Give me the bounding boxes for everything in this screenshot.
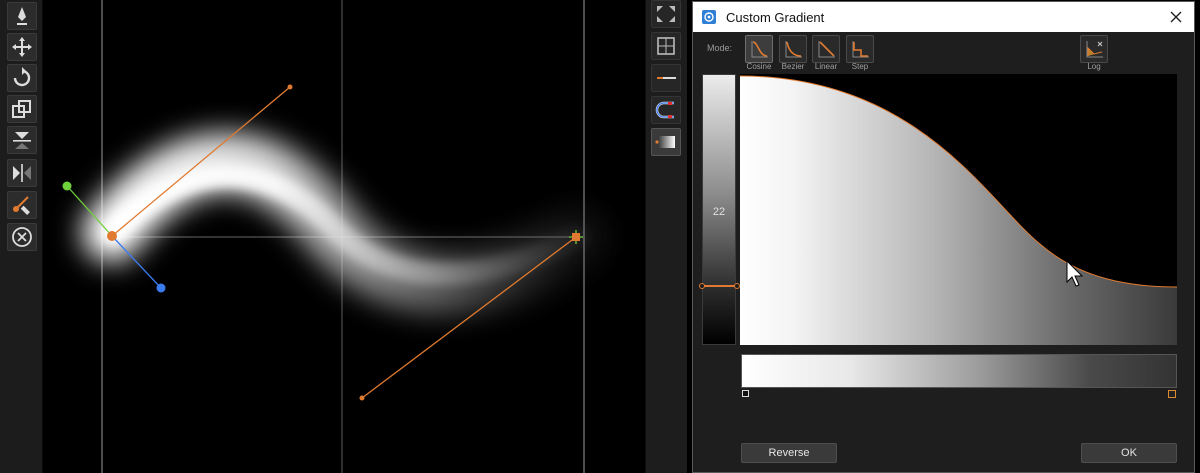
opacity-marker[interactable] [699, 283, 740, 289]
cancel-icon [12, 227, 32, 247]
ok-button[interactable]: OK [1081, 443, 1177, 463]
grid-icon [657, 37, 675, 55]
bezier-curve-icon [785, 41, 802, 58]
expand-icon [657, 6, 675, 22]
line-style-button[interactable] [651, 64, 681, 92]
close-button[interactable] [1166, 7, 1186, 27]
grid-button[interactable] [651, 32, 681, 60]
linear-curve-icon [818, 41, 835, 58]
line-style-icon [657, 77, 676, 79]
node-edit-tool-button[interactable] [7, 191, 37, 219]
align-tool-button[interactable] [7, 126, 37, 154]
gradient-button[interactable] [651, 128, 681, 156]
app-icon [702, 10, 716, 24]
dialog-title: Custom Gradient [726, 9, 825, 25]
cosine-curve-icon [751, 41, 768, 58]
start-node[interactable] [107, 231, 117, 241]
mirror-tool-button[interactable] [7, 159, 37, 187]
mode-label: Mode: [707, 43, 733, 53]
expand-button[interactable] [651, 0, 681, 28]
bezier-handle-point[interactable] [359, 395, 365, 401]
canvas-drawing [62, 0, 607, 473]
left-toolbar [0, 0, 43, 473]
move-tool-button[interactable] [7, 33, 37, 61]
cancel-tool-button[interactable] [7, 223, 37, 251]
scale-icon [12, 100, 31, 118]
custom-gradient-dialog: Custom Gradient Mode: Cosine Bezier Line… [692, 1, 1195, 473]
gradient-stop-right[interactable] [1168, 390, 1176, 398]
magnet-icon [655, 101, 674, 119]
scale-tool-button[interactable] [7, 95, 37, 123]
curve-graph[interactable] [739, 74, 1178, 345]
align-icon [13, 132, 31, 149]
curve-fill [740, 76, 1177, 345]
move-icon [12, 37, 32, 57]
mode-step-button[interactable] [846, 35, 874, 63]
close-icon [1170, 11, 1182, 23]
mode-cosine-button[interactable] [745, 35, 773, 63]
right-toolbar [645, 0, 687, 473]
step-curve-icon [852, 41, 869, 58]
gradient-icon [655, 136, 675, 148]
pen-tool-button[interactable] [7, 2, 37, 30]
curve-graph-drawing [739, 75, 1178, 345]
opacity-value: 22 [712, 206, 726, 218]
dialog-titlebar[interactable]: Custom Gradient [693, 2, 1194, 32]
rotate-icon [13, 67, 31, 87]
log-label: Log [1087, 62, 1101, 71]
end-node[interactable] [572, 233, 580, 241]
log-button[interactable] [1080, 35, 1108, 63]
drawing-canvas[interactable] [44, 0, 645, 473]
bezier-handle-point[interactable] [287, 84, 293, 90]
width-handle-blue[interactable] [156, 283, 166, 293]
mode-linear-button[interactable] [812, 35, 840, 63]
pen-icon [17, 7, 27, 25]
mode-name-step: Step [851, 62, 869, 71]
mode-bezier-button[interactable] [779, 35, 807, 63]
mirror-icon [13, 164, 31, 182]
gradient-stop-left[interactable] [742, 390, 749, 397]
gradient-preview[interactable] [741, 354, 1177, 388]
node-edit-icon [13, 196, 30, 215]
reverse-button[interactable]: Reverse [741, 443, 837, 463]
log-scale-icon [1086, 41, 1103, 58]
rotate-tool-button[interactable] [7, 64, 37, 92]
opacity-bar[interactable]: 22 [699, 74, 740, 345]
width-handle-green[interactable] [62, 181, 72, 191]
magnet-button[interactable] [651, 96, 681, 124]
